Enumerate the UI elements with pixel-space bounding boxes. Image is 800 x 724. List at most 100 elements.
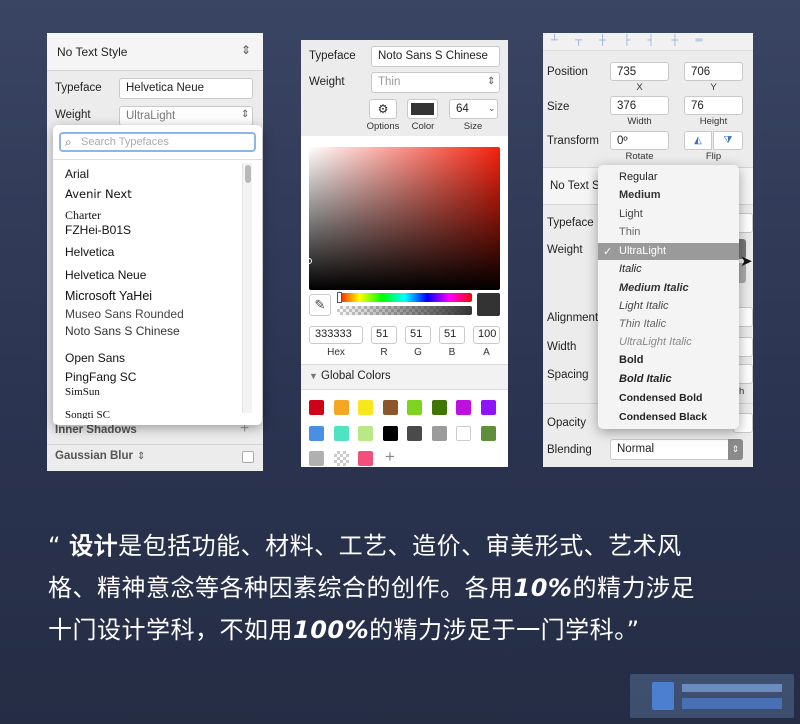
rotate-field[interactable]: 0º: [610, 131, 669, 150]
typeface-label: Typeface: [547, 217, 594, 229]
color-swatch[interactable]: [480, 400, 496, 415]
spacing-label: Spacing: [547, 369, 589, 381]
font-item[interactable]: Songti SC: [65, 409, 110, 419]
text-style-value: No Text S: [550, 180, 600, 192]
weight-menu-item[interactable]: Regular: [619, 171, 658, 183]
font-item[interactable]: Helvetica Neue: [65, 268, 146, 282]
chevron-updown-icon[interactable]: ⇕: [137, 451, 145, 462]
align-icons[interactable]: ┴┬┼├┤┼═: [551, 35, 720, 46]
color-swatch[interactable]: [456, 426, 471, 441]
color-picker-handle[interactable]: [306, 258, 312, 264]
color-picker-panel: Typeface Noto Sans S Chinese Weight Thin…: [301, 40, 508, 467]
weight-select[interactable]: Thin: [371, 72, 500, 93]
quote-text: 十门设计学科，不如用: [48, 616, 293, 644]
watermark-logo: [630, 674, 794, 718]
scrollbar-thumb[interactable]: [245, 165, 251, 183]
b-field[interactable]: 51: [439, 326, 465, 344]
weight-menu-item[interactable]: Thin Italic: [619, 318, 666, 330]
font-item[interactable]: Arial: [65, 167, 89, 181]
typeface-field[interactable]: Noto Sans S Chinese: [371, 46, 500, 67]
color-swatch[interactable]: [309, 451, 324, 466]
color-swatch[interactable]: [382, 400, 398, 415]
font-item[interactable]: Noto Sans S Chinese: [65, 324, 180, 338]
scrollbar[interactable]: [242, 163, 252, 413]
hue-slider[interactable]: [337, 292, 472, 303]
color-swatch[interactable]: [456, 400, 471, 415]
alignment-toolbar: ┴┬┼├┤┼═: [543, 33, 753, 51]
text-style-row[interactable]: No Text Style ⇕: [47, 33, 263, 71]
weight-menu-item[interactable]: Medium: [619, 189, 661, 201]
checkmark-icon: ✓: [603, 246, 613, 258]
color-swatch[interactable]: [431, 426, 447, 441]
font-item[interactable]: Charter: [65, 208, 101, 223]
color-swatch[interactable]: [382, 426, 398, 441]
x-field[interactable]: 735: [610, 62, 669, 81]
font-item[interactable]: Museo Sans Rounded: [65, 307, 184, 321]
weight-menu-item[interactable]: Bold: [619, 354, 643, 366]
size-label: Size: [547, 101, 570, 113]
weight-menu-item[interactable]: Bold Italic: [619, 373, 672, 385]
chevron-updown-icon: ⇕: [241, 43, 252, 57]
color-swatch[interactable]: [333, 400, 349, 415]
r-field[interactable]: 51: [371, 326, 397, 344]
global-colors-header[interactable]: ▼ Global Colors: [301, 364, 508, 390]
color-swatch[interactable]: [333, 426, 349, 441]
weight-menu-item[interactable]: Condensed Bold: [619, 392, 702, 404]
weight-label: Weight: [547, 244, 583, 256]
height-field[interactable]: 76: [684, 96, 743, 115]
color-swatch[interactable]: [407, 400, 422, 415]
color-gradient-field[interactable]: [306, 147, 500, 290]
weight-menu-item[interactable]: UltraLight Italic: [619, 336, 692, 348]
search-typefaces-input[interactable]: ⌕ Search Typefaces: [59, 132, 256, 152]
transparent-swatch[interactable]: [333, 451, 349, 466]
color-swatch[interactable]: [358, 426, 373, 441]
color-swatch[interactable]: [407, 426, 422, 441]
color-swatch[interactable]: [358, 400, 373, 415]
typeface-label: Typeface: [309, 50, 356, 62]
flip-vertical-icon[interactable]: ⧩: [713, 131, 743, 150]
gaussian-blur-checkbox[interactable]: [242, 451, 254, 463]
eyedropper-icon[interactable]: ✎: [309, 294, 331, 316]
a-field[interactable]: 100: [473, 326, 500, 344]
options-button[interactable]: ⚙: [369, 99, 397, 119]
width-field[interactable]: 376: [610, 96, 669, 115]
weight-select[interactable]: UltraLight: [119, 106, 253, 126]
weight-menu-item[interactable]: Thin: [619, 226, 640, 238]
typeface-field[interactable]: Helvetica Neue: [119, 78, 253, 99]
weight-menu-item[interactable]: Light Italic: [619, 300, 669, 312]
color-button[interactable]: [407, 99, 438, 119]
color-swatch[interactable]: [309, 426, 324, 441]
alpha-slider[interactable]: [337, 306, 472, 315]
close-quote-mark: ”: [626, 616, 640, 644]
rotate-label: Rotate: [625, 151, 654, 162]
weight-menu-item-selected[interactable]: UltraLight: [619, 245, 666, 257]
blending-select[interactable]: Normal: [610, 439, 743, 460]
font-item[interactable]: PingFang SC: [65, 370, 136, 384]
color-swatch: [411, 103, 434, 115]
font-item[interactable]: Avenir Next: [65, 187, 132, 201]
flip-label: Flip: [705, 151, 722, 162]
color-swatch[interactable]: [480, 426, 496, 441]
weight-menu-item[interactable]: Italic: [619, 263, 642, 275]
chevron-updown-icon: ⇕: [728, 439, 743, 460]
weight-menu-item[interactable]: Light: [619, 208, 643, 220]
font-item[interactable]: Microsoft YaHei: [65, 289, 152, 303]
hue-slider-handle[interactable]: [337, 292, 342, 303]
hex-field[interactable]: 333333: [309, 326, 363, 344]
weight-menu-item[interactable]: Medium Italic: [619, 282, 689, 294]
blending-label: Blending: [547, 444, 592, 456]
font-item[interactable]: SimSun: [65, 386, 100, 398]
font-item[interactable]: Helvetica: [65, 245, 114, 259]
color-swatch[interactable]: [431, 400, 447, 415]
font-item[interactable]: FZHei-B01S: [65, 223, 131, 237]
position-label: Position: [547, 66, 588, 78]
flip-horizontal-icon[interactable]: ◭: [684, 131, 712, 150]
add-color-icon[interactable]: +: [385, 447, 395, 467]
font-item[interactable]: Open Sans: [65, 351, 125, 365]
color-swatch[interactable]: [309, 400, 324, 415]
color-swatch[interactable]: [358, 451, 373, 466]
g-field[interactable]: 51: [405, 326, 431, 344]
weight-menu-item[interactable]: Condensed Black: [619, 411, 707, 423]
y-field[interactable]: 706: [684, 62, 743, 81]
quote-text: 格、精神意念等各种因素综合的创作。各用: [48, 574, 514, 602]
